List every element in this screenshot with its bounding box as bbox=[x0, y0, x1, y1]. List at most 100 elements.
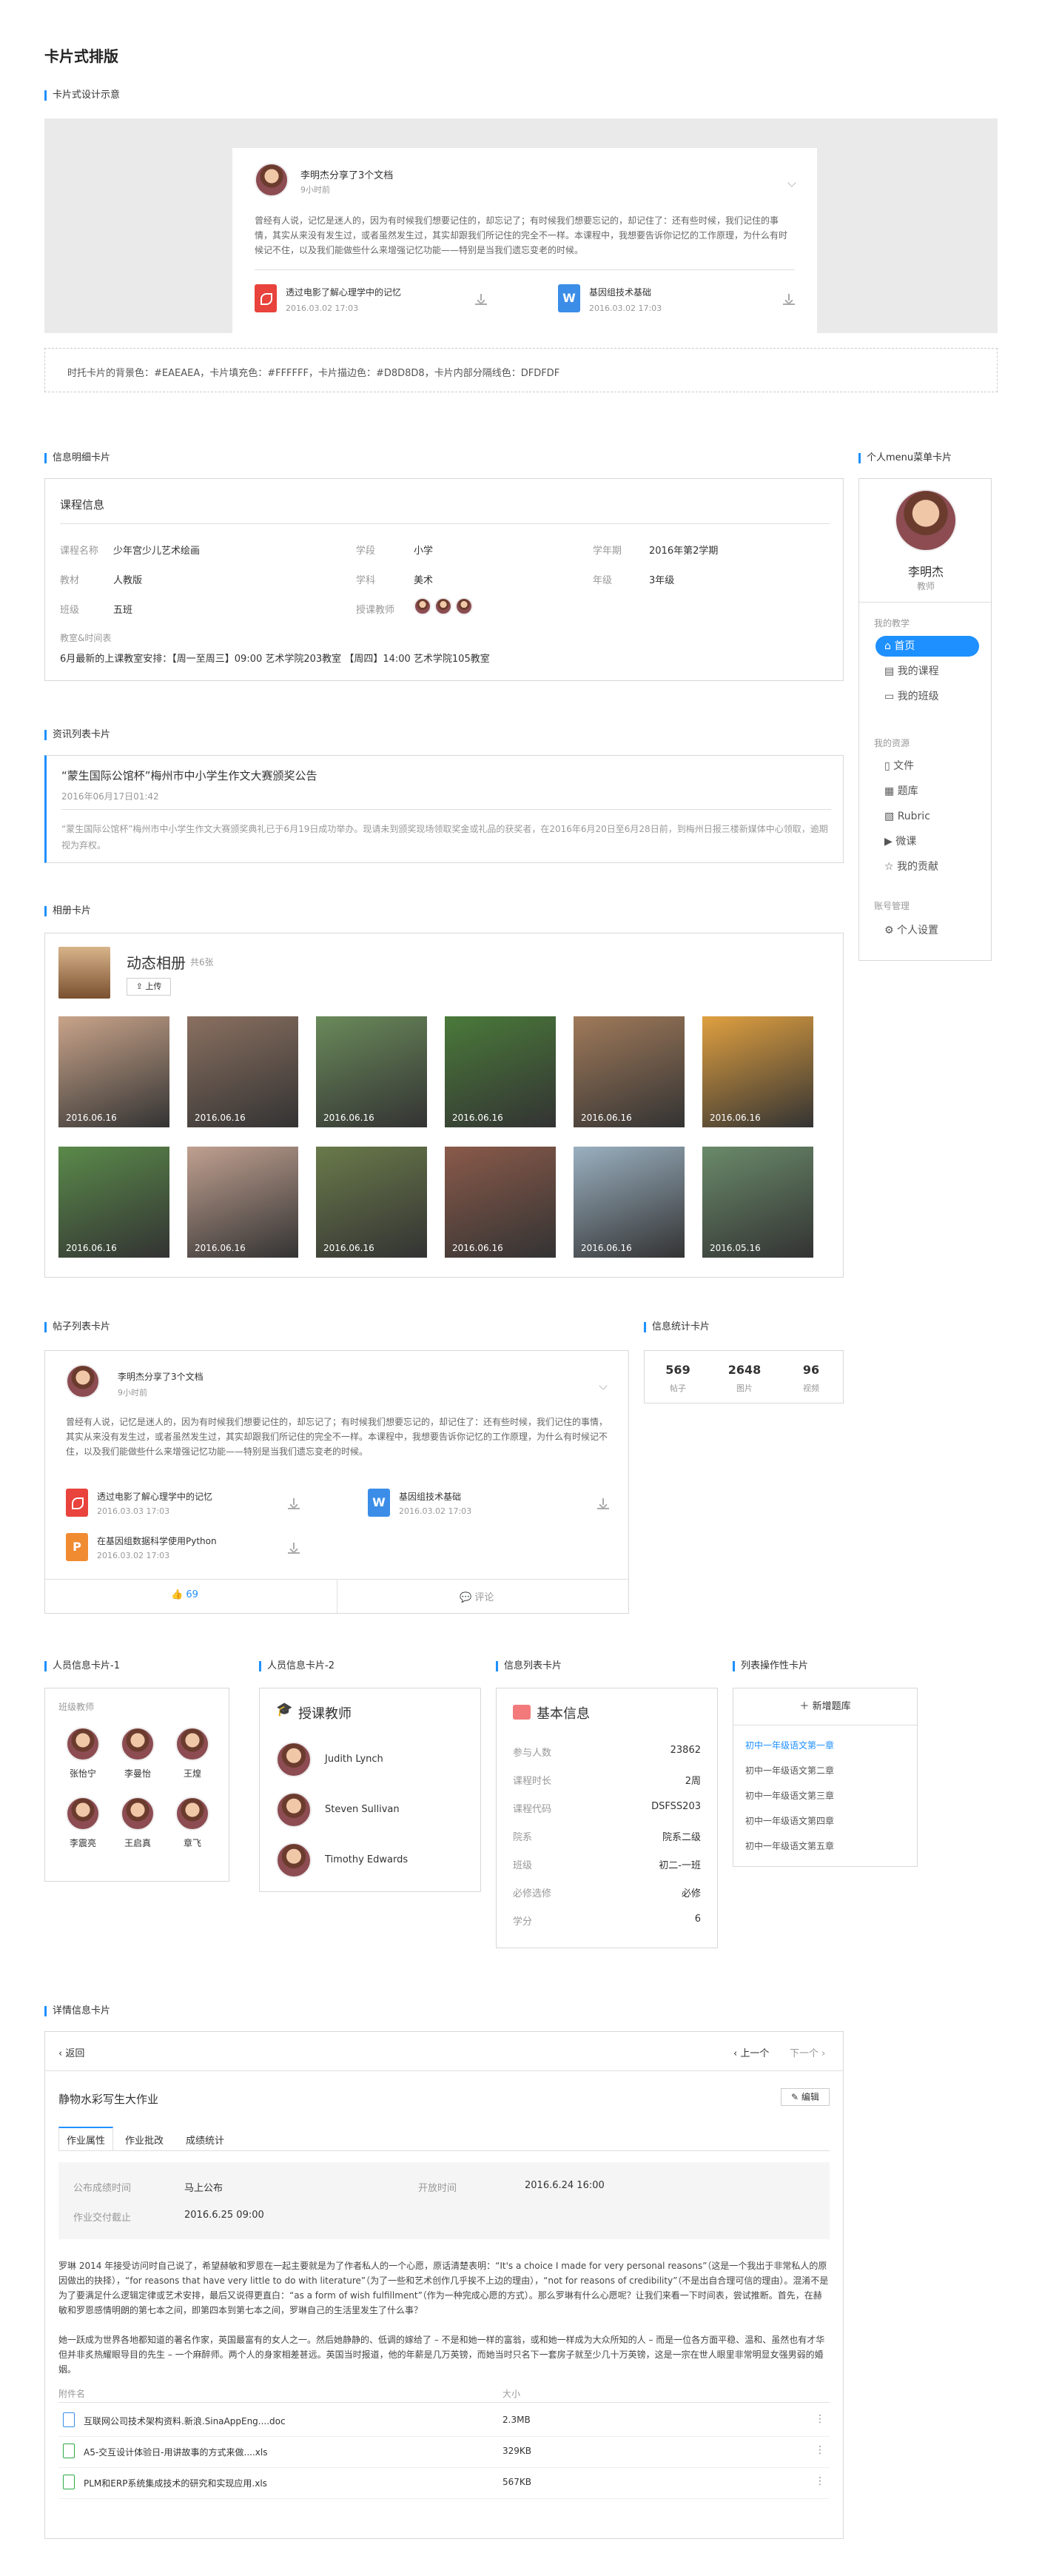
person-name[interactable]: 王煌 bbox=[167, 1767, 218, 1780]
attachment-name[interactable]: PLM和ERP系统集成技术的研究和实现应用.xls bbox=[84, 2477, 267, 2489]
album-photo[interactable]: 2016.06.16 bbox=[58, 1016, 169, 1127]
file-name[interactable]: 透过电影了解心理学中的记忆 bbox=[286, 286, 401, 298]
menu-item-my-class[interactable]: ▭ 我的班级 bbox=[875, 686, 979, 707]
teacher-avatar[interactable] bbox=[455, 597, 473, 615]
album-title: 动态相册 bbox=[127, 954, 186, 972]
person-name[interactable]: 王启真 bbox=[112, 1837, 164, 1849]
album-photo[interactable]: 2016.06.16 bbox=[445, 1147, 556, 1258]
album-photo[interactable]: 2016.06.16 bbox=[316, 1147, 427, 1258]
menu-label: 题库 bbox=[897, 785, 918, 797]
album-photo[interactable]: 2016.05.16 bbox=[702, 1147, 813, 1258]
photo-date: 2016.06.16 bbox=[66, 1113, 117, 1123]
attachment-header: 附件名 bbox=[58, 2389, 86, 2399]
back-link[interactable]: ‹ 返回 bbox=[58, 2045, 84, 2059]
menu-label: 文件 bbox=[893, 760, 915, 772]
tab-grading[interactable]: 作业批改 bbox=[125, 2133, 164, 2147]
album-photo[interactable]: 2016.06.16 bbox=[702, 1016, 813, 1127]
album-photo[interactable]: 2016.06.16 bbox=[574, 1147, 685, 1258]
more-icon[interactable]: ⋮ bbox=[815, 2444, 825, 2456]
file-name[interactable]: 基因组技术基础 bbox=[399, 1490, 461, 1503]
file-name[interactable]: 在基因组数据科学使用Python bbox=[97, 1534, 217, 1547]
file-meta: 2016.03.02 17:03 bbox=[399, 1506, 472, 1516]
person-name[interactable]: 张怡宁 bbox=[57, 1767, 109, 1780]
download-icon[interactable] bbox=[783, 293, 795, 305]
album-cover bbox=[58, 947, 110, 999]
album-photo[interactable]: 2016.06.16 bbox=[445, 1016, 556, 1127]
like-button[interactable]: 👍 69 bbox=[171, 1589, 198, 1600]
avatar[interactable] bbox=[121, 1727, 155, 1761]
tab-attributes[interactable]: 作业属性 bbox=[58, 2127, 114, 2151]
photo-date: 2016.06.16 bbox=[323, 1113, 374, 1123]
more-icon[interactable]: ⋮ bbox=[815, 2413, 825, 2425]
teacher-avatar[interactable] bbox=[434, 597, 452, 615]
stats-card: 569 帖子 2648 图片 96 视频 bbox=[644, 1350, 844, 1403]
menu-item-home[interactable]: ⌂ 首页 bbox=[875, 636, 979, 657]
op-list-item[interactable]: 初中一年级语文第三章 bbox=[745, 1789, 834, 1802]
person-name[interactable]: 章飞 bbox=[167, 1837, 218, 1849]
edit-button[interactable]: ✎ 编辑 bbox=[781, 2088, 830, 2106]
more-icon[interactable]: ⋮ bbox=[815, 2475, 825, 2487]
avatar[interactable] bbox=[175, 1727, 209, 1761]
teacher-name[interactable]: Judith Lynch bbox=[325, 1754, 383, 1765]
person-name[interactable]: 李震亮 bbox=[57, 1837, 109, 1849]
op-list-item[interactable]: 初中一年级语文第四章 bbox=[745, 1814, 834, 1827]
file-name[interactable]: 透过电影了解心理学中的记忆 bbox=[97, 1490, 212, 1503]
teacher-name[interactable]: Timothy Edwards bbox=[325, 1854, 408, 1865]
album-photo[interactable]: 2016.06.16 bbox=[574, 1016, 685, 1127]
attachment-size: 329KB bbox=[502, 2446, 532, 2456]
teacher-avatar[interactable] bbox=[414, 597, 431, 615]
chevron-down-icon[interactable] bbox=[599, 1378, 608, 1392]
next-button[interactable]: 下一个 › bbox=[790, 2045, 825, 2059]
prev-button[interactable]: ‹ 上一个 bbox=[733, 2045, 769, 2059]
add-bank-button[interactable]: ＋ 新增题库 bbox=[733, 1688, 917, 1725]
avatar[interactable] bbox=[276, 1792, 312, 1828]
avatar[interactable] bbox=[66, 1727, 100, 1761]
photo-date: 2016.06.16 bbox=[195, 1113, 246, 1123]
album-photo[interactable]: 2016.06.16 bbox=[316, 1016, 427, 1127]
download-icon[interactable] bbox=[475, 293, 487, 305]
menu-item-rubric[interactable]: ▧ Rubric bbox=[875, 806, 979, 827]
op-list-item[interactable]: 初中一年级语文第二章 bbox=[745, 1764, 834, 1777]
teacher-name[interactable]: Steven Sullivan bbox=[325, 1804, 400, 1815]
download-icon[interactable] bbox=[288, 1497, 300, 1509]
news-title[interactable]: “蒙生国际公馆杯”梅州市中小学生作文大赛颁奖公告 bbox=[61, 768, 317, 783]
avatar[interactable] bbox=[66, 1797, 100, 1831]
download-icon[interactable] bbox=[597, 1497, 609, 1509]
comment-button[interactable]: 💬 评论 bbox=[460, 1589, 494, 1603]
upload-button[interactable]: ⇪ 上传 bbox=[127, 978, 171, 996]
person-name[interactable]: 李曼怡 bbox=[112, 1767, 164, 1780]
menu-group: 我的教学 bbox=[874, 618, 910, 628]
avatar[interactable] bbox=[175, 1797, 209, 1831]
menu-item-settings[interactable]: ⚙ 个人设置 bbox=[875, 920, 979, 941]
menu-item-contribution[interactable]: ☆ 我的贡献 bbox=[875, 856, 979, 877]
section-label: 人员信息卡片-2 bbox=[259, 1661, 335, 1671]
value: 3年级 bbox=[649, 575, 675, 586]
menu-item-question-bank[interactable]: ▦ 题库 bbox=[875, 781, 979, 802]
album-count: 共6张 bbox=[190, 957, 214, 967]
op-list-item[interactable]: 初中一年级语文第五章 bbox=[745, 1839, 834, 1852]
stat-value: 96 bbox=[802, 1363, 820, 1377]
album-photo[interactable]: 2016.06.16 bbox=[187, 1147, 298, 1258]
menu-item-my-course[interactable]: ▤ 我的课程 bbox=[875, 661, 979, 682]
download-icon[interactable] bbox=[288, 1542, 300, 1554]
info-value: 23862 bbox=[670, 1745, 701, 1756]
chevron-down-icon[interactable] bbox=[787, 175, 796, 189]
avatar[interactable] bbox=[276, 1742, 312, 1777]
avatar[interactable] bbox=[276, 1842, 312, 1878]
tab-statistics[interactable]: 成绩统计 bbox=[186, 2133, 224, 2147]
album-photo[interactable]: 2016.06.16 bbox=[58, 1147, 169, 1258]
news-card[interactable]: “蒙生国际公馆杯”梅州市中小学生作文大赛颁奖公告 2016年06月17日01:4… bbox=[44, 755, 844, 863]
menu-item-files[interactable]: ▯ 文件 bbox=[875, 756, 979, 777]
avatar[interactable] bbox=[121, 1797, 155, 1831]
menu-label: 微课 bbox=[895, 836, 917, 848]
attachment-name[interactable]: A5-交互设计体验日-用讲故事的方式来做....xls bbox=[84, 2446, 267, 2458]
op-list-item[interactable]: 初中一年级语文第一章 bbox=[745, 1739, 834, 1751]
divider bbox=[58, 2498, 830, 2499]
detail-title: 静物水彩写生大作业 bbox=[58, 2093, 159, 2106]
attachment-name[interactable]: 互联网公司技术架构资料.新浪.SinaAppEng....doc bbox=[84, 2415, 286, 2427]
menu-item-micro-lesson[interactable]: ▶ 微课 bbox=[875, 831, 979, 852]
info-value: 院系二级 bbox=[662, 1832, 701, 1843]
file-name[interactable]: 基因组技术基础 bbox=[589, 286, 651, 298]
album-photo[interactable]: 2016.06.16 bbox=[187, 1016, 298, 1127]
info-value: 初二-一班 bbox=[659, 1860, 701, 1871]
